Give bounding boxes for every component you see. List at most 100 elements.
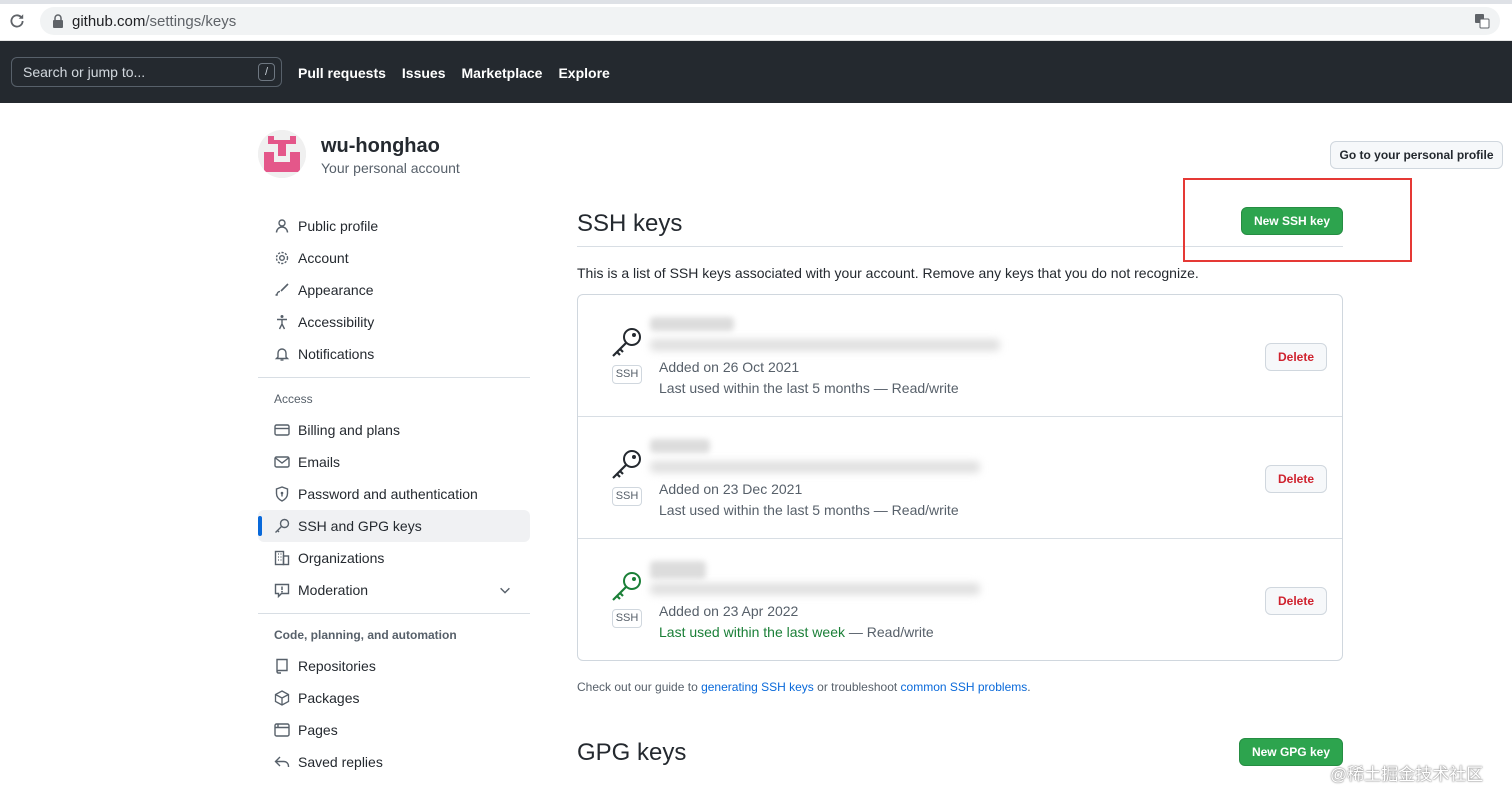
redacted-key-fingerprint bbox=[650, 583, 980, 595]
sidebar-item-appearance[interactable]: Appearance bbox=[258, 274, 530, 306]
ssh-intro-text: This is a list of SSH keys associated wi… bbox=[577, 265, 1199, 281]
sidebar-item-label: Emails bbox=[298, 454, 341, 470]
reply-icon bbox=[274, 756, 290, 767]
sidebar-item-label: Account bbox=[298, 250, 349, 266]
identicon-image bbox=[258, 130, 306, 178]
sidebar-item-label: Packages bbox=[298, 690, 360, 706]
ssh-key-list: SSH Added on 26 Oct 2021 Last used withi… bbox=[577, 294, 1343, 661]
sidebar-item-notifications[interactable]: Notifications bbox=[258, 338, 530, 370]
sidebar-item-organizations[interactable]: Organizations bbox=[258, 542, 530, 574]
key-last-used: Last used within the last 5 months — Rea… bbox=[659, 380, 959, 396]
key-icon bbox=[612, 328, 641, 357]
sidebar-item-label: Public profile bbox=[298, 218, 379, 234]
sidebar-item-emails[interactable]: Emails bbox=[258, 446, 530, 478]
delete-key-button[interactable]: Delete bbox=[1265, 465, 1327, 493]
shield-lock-icon bbox=[275, 486, 289, 502]
redacted-key-fingerprint bbox=[650, 339, 1000, 351]
browser-tab-strip bbox=[0, 0, 1512, 4]
sidebar-item-label: SSH and GPG keys bbox=[298, 518, 422, 534]
sidebar-item-label: Accessibility bbox=[298, 314, 375, 330]
key-added-date: Added on 23 Dec 2021 bbox=[659, 481, 803, 497]
gpg-section-header: GPG keys New GPG key bbox=[577, 737, 1343, 784]
sidebar-item-label: Moderation bbox=[298, 582, 369, 598]
guide-prefix: Check out our guide to bbox=[577, 680, 702, 694]
search-input[interactable]: Search or jump to... / bbox=[11, 57, 282, 87]
url-path: /settings/keys bbox=[145, 13, 237, 30]
common-ssh-problems-link[interactable]: common SSH problems bbox=[901, 680, 1028, 694]
page-title: SSH keys bbox=[577, 210, 683, 237]
redacted-key-title bbox=[650, 439, 710, 453]
ssh-badge: SSH bbox=[612, 487, 642, 506]
url-host: github.com bbox=[72, 13, 146, 30]
settings-sidebar: Public profile Account Appearance Access… bbox=[258, 210, 530, 778]
mail-icon bbox=[274, 456, 290, 468]
key-access-level: — Read/write bbox=[869, 380, 959, 396]
delete-key-button[interactable]: Delete bbox=[1265, 343, 1327, 371]
sidebar-item-password[interactable]: Password and authentication bbox=[258, 478, 530, 510]
gear-icon bbox=[275, 251, 289, 265]
reload-icon[interactable] bbox=[8, 12, 26, 30]
sidebar-item-accessibility[interactable]: Accessibility bbox=[258, 306, 530, 338]
redacted-key-title bbox=[650, 561, 706, 579]
search-placeholder: Search or jump to... bbox=[23, 64, 146, 80]
bell-icon bbox=[274, 348, 290, 361]
sidebar-item-account[interactable]: Account bbox=[258, 242, 530, 274]
nav-explore[interactable]: Explore bbox=[558, 65, 609, 81]
redacted-key-title bbox=[650, 317, 734, 331]
key-last-used-period: Last used within the last 5 months bbox=[659, 380, 870, 396]
sidebar-item-label: Saved replies bbox=[298, 754, 383, 770]
sidebar-item-saved-replies[interactable]: Saved replies bbox=[258, 746, 530, 778]
paintbrush-icon bbox=[275, 283, 289, 296]
header-nav: Pull requests Issues Marketplace Explore bbox=[298, 65, 610, 81]
github-header: Search or jump to... / Pull requests Iss… bbox=[0, 41, 1512, 103]
lock-icon bbox=[53, 14, 63, 28]
ssh-badge: SSH bbox=[612, 365, 642, 384]
sidebar-item-public-profile[interactable]: Public profile bbox=[258, 210, 530, 242]
chevron-down-icon[interactable] bbox=[498, 583, 512, 597]
account-name[interactable]: wu-honghao bbox=[321, 135, 440, 158]
guide-middle: or troubleshoot bbox=[813, 680, 901, 694]
key-icon bbox=[612, 572, 641, 601]
sidebar-item-repositories[interactable]: Repositories bbox=[258, 650, 530, 682]
sidebar-item-packages[interactable]: Packages bbox=[258, 682, 530, 714]
nav-marketplace[interactable]: Marketplace bbox=[462, 65, 543, 81]
sidebar-item-billing[interactable]: Billing and plans bbox=[258, 414, 530, 446]
key-access-level: — Read/write bbox=[845, 624, 934, 640]
nav-pull-requests[interactable]: Pull requests bbox=[298, 65, 386, 81]
address-bar[interactable]: github.com/settings/keys bbox=[40, 7, 1500, 35]
nav-issues[interactable]: Issues bbox=[402, 65, 446, 81]
sidebar-item-label: Notifications bbox=[298, 346, 375, 362]
guide-suffix: . bbox=[1027, 680, 1031, 694]
report-icon bbox=[274, 583, 290, 598]
redacted-key-fingerprint bbox=[650, 461, 980, 473]
organization-icon bbox=[274, 550, 290, 566]
go-to-profile-button[interactable]: Go to your personal profile bbox=[1330, 141, 1503, 169]
translate-icon[interactable] bbox=[1474, 13, 1490, 29]
account-subtitle: Your personal account bbox=[321, 160, 460, 176]
new-gpg-key-button[interactable]: New GPG key bbox=[1238, 738, 1343, 766]
search-shortcut-key: / bbox=[258, 63, 275, 81]
key-added-date: Added on 26 Oct 2021 bbox=[659, 359, 800, 375]
key-icon bbox=[275, 518, 290, 533]
avatar[interactable] bbox=[258, 130, 306, 178]
sidebar-item-label: Organizations bbox=[298, 550, 385, 566]
ssh-keys-section: SSH keys New SSH key This is a list of S… bbox=[577, 200, 1343, 694]
sidebar-item-moderation[interactable]: Moderation bbox=[258, 574, 530, 606]
package-icon bbox=[274, 690, 290, 706]
key-last-used-period: Last used within the last 5 months bbox=[659, 502, 870, 518]
ssh-badge: SSH bbox=[612, 609, 642, 628]
sidebar-divider bbox=[258, 613, 530, 614]
sidebar-heading-access: Access bbox=[274, 392, 313, 406]
generating-ssh-keys-link[interactable]: generating SSH keys bbox=[701, 680, 814, 694]
repo-icon bbox=[276, 658, 288, 674]
sidebar-item-label: Repositories bbox=[298, 658, 376, 674]
ssh-guide-text: Check out our guide to generating SSH ke… bbox=[577, 680, 1343, 694]
key-last-used: Last used within the last 5 months — Rea… bbox=[659, 502, 959, 518]
key-last-used: Last used within the last week — Read/wr… bbox=[659, 624, 934, 640]
accessibility-icon bbox=[277, 315, 287, 330]
sidebar-heading-code: Code, planning, and automation bbox=[274, 628, 457, 642]
credit-card-icon bbox=[274, 424, 290, 436]
sidebar-item-pages[interactable]: Pages bbox=[258, 714, 530, 746]
delete-key-button[interactable]: Delete bbox=[1265, 587, 1327, 615]
sidebar-item-ssh-gpg-keys[interactable]: SSH and GPG keys bbox=[258, 510, 530, 542]
